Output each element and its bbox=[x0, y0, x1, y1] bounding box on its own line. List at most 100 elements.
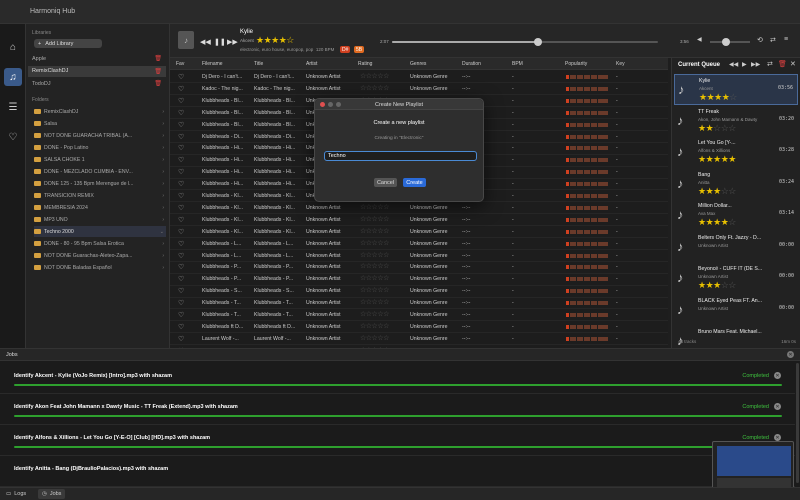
favorite-heart-icon[interactable]: ♡ bbox=[178, 168, 184, 176]
folder-item[interactable]: NOT DONE Guarachas-Aleteo-Zapa... › bbox=[34, 250, 166, 261]
library-item[interactable]: TodoDJ 🗑 bbox=[28, 78, 166, 89]
table-row[interactable]: ♡ Klubbheads - S... Klubbheads - S... Unkno… bbox=[170, 285, 668, 298]
chevron-right-icon[interactable]: › bbox=[162, 169, 164, 175]
list-icon[interactable]: ☰ bbox=[4, 98, 22, 116]
folder-item[interactable]: DONE - 80 - 95 Bpm Salsa Erotica › bbox=[34, 238, 166, 249]
rating-stars[interactable]: ☆☆☆☆☆ bbox=[360, 203, 389, 211]
rewind-icon[interactable]: ◀◀ bbox=[200, 38, 211, 46]
queue-close-icon[interactable]: ✕ bbox=[790, 60, 796, 68]
rating-stars[interactable]: ☆☆☆☆☆ bbox=[360, 334, 389, 342]
volume-icon[interactable]: ◀ bbox=[697, 36, 702, 43]
favorite-heart-icon[interactable]: ♡ bbox=[178, 311, 184, 319]
trash-icon[interactable]: 🗑 bbox=[154, 68, 162, 75]
column-header[interactable]: Rating bbox=[358, 61, 372, 67]
trash-icon[interactable]: 🗑 bbox=[154, 80, 162, 87]
rating-stars[interactable]: ☆☆☆☆☆ bbox=[360, 286, 389, 294]
folder-item[interactable]: Salsa › bbox=[34, 118, 166, 129]
rating-stars[interactable]: ☆☆☆☆☆ bbox=[360, 274, 389, 282]
favorite-heart-icon[interactable]: ♡ bbox=[178, 204, 184, 212]
volume-slider[interactable] bbox=[710, 38, 750, 46]
table-row[interactable]: ♡ Kadoc - The nig... Kadoc - The nig... Unk… bbox=[170, 83, 668, 96]
favorite-heart-icon[interactable]: ♡ bbox=[178, 299, 184, 307]
queue-item-rating[interactable]: ★★★★★ bbox=[698, 154, 736, 165]
queue-shuffle-icon[interactable]: ⇄ bbox=[767, 60, 773, 68]
queue-item-rating[interactable]: ★★★★☆ bbox=[698, 217, 736, 228]
window-thumbnail[interactable] bbox=[712, 441, 794, 493]
job-dismiss-icon[interactable]: ✕ bbox=[774, 434, 781, 441]
music-library-icon[interactable]: ♫ bbox=[4, 68, 22, 86]
folder-item[interactable]: DONE - Pop Latino › bbox=[34, 142, 166, 153]
table-row[interactable]: ♡ Klubbheads - P... Klubbheads - P... Unkno… bbox=[170, 273, 668, 286]
queue-item[interactable]: ♪ Let You Go [Y-... Alfons & Xillions ★★★★★… bbox=[674, 137, 798, 168]
shuffle-icon[interactable]: ⇄ bbox=[770, 36, 776, 44]
table-row[interactable]: ♡ Klubbheads ft D... Klubbheads ft D... Unk… bbox=[170, 321, 668, 334]
table-row[interactable]: ♡ Klubbheads - T... Klubbheads - T... Unkno… bbox=[170, 309, 668, 322]
folder-item[interactable]: RemixClashDJ › bbox=[34, 106, 166, 117]
favorite-heart-icon[interactable]: ♡ bbox=[178, 73, 184, 81]
column-header[interactable]: Fav bbox=[176, 61, 184, 67]
library-item[interactable]: RemixClashDJ 🗑 bbox=[28, 65, 166, 77]
jobs-close-icon[interactable]: ✕ bbox=[787, 351, 794, 358]
fast-forward-icon[interactable]: ▶▶ bbox=[227, 38, 238, 46]
folder-item[interactable]: NOT DONE GUARACHA TRIBAL (A... › bbox=[34, 130, 166, 141]
queue-item-rating[interactable]: ★★★☆☆ bbox=[698, 186, 736, 197]
queue-item[interactable]: ♪ Kylie Akcent ★★★★☆ 03:56 bbox=[674, 74, 798, 105]
rating-stars[interactable]: ☆☆☆☆☆ bbox=[360, 262, 389, 270]
job-dismiss-icon[interactable]: ✕ bbox=[774, 372, 781, 379]
table-row[interactable]: ♡ Klubbheads - Kl... Klubbheads - Kl... Unk… bbox=[170, 202, 668, 215]
table-row[interactable]: ♡ Klubbheads - P... Klubbheads - P... Unkno… bbox=[170, 261, 668, 274]
favorite-heart-icon[interactable]: ♡ bbox=[178, 240, 184, 248]
favorite-heart-icon[interactable]: ♡ bbox=[178, 275, 184, 283]
queue-item[interactable]: ♪ Bang Anitta ★★★☆☆ 03:24 bbox=[674, 169, 798, 200]
favorite-heart-icon[interactable]: ♡ bbox=[178, 156, 184, 164]
pause-icon[interactable]: ❚❚ bbox=[214, 38, 226, 46]
home-icon[interactable]: ⌂ bbox=[4, 38, 22, 56]
queue-item[interactable]: ♪ Belters Only Ft. Jazzy - D... Unknown Ar… bbox=[674, 232, 798, 263]
folder-item[interactable]: MP3 UNO › bbox=[34, 214, 166, 225]
folder-item[interactable]: DONE - MEZCLADO CUMBIA - ENV... › bbox=[34, 166, 166, 177]
add-library-button[interactable]: + Add Library bbox=[34, 39, 102, 48]
chevron-right-icon[interactable]: › bbox=[162, 181, 164, 187]
favorite-heart-icon[interactable]: ♡ bbox=[178, 192, 184, 200]
jobs-tab[interactable]: ◷ Jobs bbox=[38, 489, 66, 499]
favorite-heart-icon[interactable]: ♡ bbox=[178, 287, 184, 295]
favorite-heart-icon[interactable]: ♡ bbox=[178, 216, 184, 224]
column-header[interactable]: Duration bbox=[462, 61, 481, 67]
queue-item-rating[interactable]: ★★★☆☆ bbox=[698, 280, 736, 291]
trash-icon[interactable]: 🗑 bbox=[154, 55, 162, 62]
queue-item[interactable]: ♪ TT Freak Akon, John Mamann & Dawty ★★☆☆☆ 0… bbox=[674, 106, 798, 137]
queue-item-rating[interactable]: ★★☆☆☆ bbox=[698, 123, 736, 134]
favorite-heart-icon[interactable]: ♡ bbox=[178, 109, 184, 117]
folder-item[interactable]: NOT DONE Baladas Español › bbox=[34, 262, 166, 273]
column-header[interactable]: Title bbox=[254, 61, 263, 67]
column-header[interactable]: Key bbox=[616, 61, 625, 67]
favorite-heart-icon[interactable]: ♡ bbox=[178, 180, 184, 188]
queue-item[interactable]: ♪ Beyoncé - CUFF IT (DE S... Unknown Artis… bbox=[674, 263, 798, 294]
seek-bar[interactable] bbox=[392, 38, 658, 46]
rating-stars[interactable]: ☆☆☆☆☆ bbox=[360, 84, 389, 92]
folder-item[interactable]: DONE 125 - 135 Bpm Merengue de l... › bbox=[34, 178, 166, 189]
table-row[interactable]: ♡ Klubbheads - Kl... Klubbheads - Kl... Unk… bbox=[170, 214, 668, 227]
jobs-scrollbar[interactable] bbox=[796, 363, 799, 483]
favorite-heart-icon[interactable]: ♡ bbox=[178, 228, 184, 236]
favorite-heart-icon[interactable]: ♡ bbox=[178, 335, 184, 343]
rating-stars[interactable]: ☆☆☆☆☆ bbox=[360, 215, 389, 223]
favorite-heart-icon[interactable]: ♡ bbox=[178, 121, 184, 129]
chevron-right-icon[interactable]: › bbox=[162, 121, 164, 127]
column-header[interactable]: Popularity bbox=[565, 61, 587, 67]
playlist-name-input[interactable] bbox=[324, 151, 477, 161]
seek-handle[interactable] bbox=[534, 38, 543, 46]
chevron-right-icon[interactable]: › bbox=[162, 193, 164, 199]
queue-play-icon[interactable]: ▶ bbox=[742, 61, 747, 68]
chevron-right-icon[interactable]: ⌄ bbox=[160, 229, 164, 235]
table-row[interactable]: ♡ Klubbheads - L... Klubbheads - L... Unkno… bbox=[170, 238, 668, 250]
folder-item[interactable]: Techno 2000 ⌄ bbox=[34, 226, 166, 237]
rating-stars[interactable]: ☆☆☆☆☆ bbox=[360, 227, 389, 235]
now-playing-rating[interactable]: ★★★★☆ bbox=[256, 35, 294, 46]
folder-item[interactable]: SALSA CHOKE 1 › bbox=[34, 154, 166, 165]
folder-item[interactable]: MEMBRESIA 2024 › bbox=[34, 202, 166, 213]
queue-clear-icon[interactable]: 🗑 bbox=[778, 60, 787, 68]
queue-item-rating[interactable]: ★★★★☆ bbox=[699, 92, 737, 103]
queue-previous-icon[interactable]: ◀◀ bbox=[729, 61, 738, 68]
create-button[interactable]: Create bbox=[403, 178, 426, 187]
